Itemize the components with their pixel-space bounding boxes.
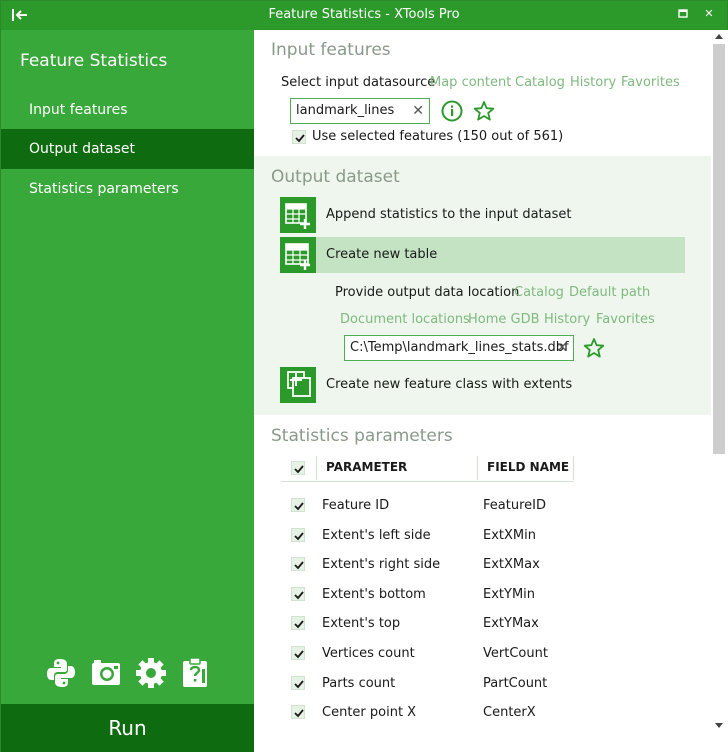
- clear-output-path-icon[interactable]: ✕: [556, 336, 568, 360]
- link-document-locations[interactable]: Document locations: [340, 312, 470, 327]
- option-append-statistics[interactable]: Append statistics to the input dataset: [280, 197, 685, 233]
- section-title-output-dataset: Output dataset: [271, 167, 400, 187]
- output-path-field[interactable]: C:\Temp\landmark_lines_stats.dbf ✕: [344, 335, 574, 361]
- sidebar-item-label: Output dataset: [29, 141, 136, 157]
- link-home-gdb[interactable]: Home GDB: [468, 312, 540, 327]
- field-name-cell[interactable]: FeatureID: [483, 498, 546, 513]
- scroll-down-arrow-icon[interactable]: [715, 723, 723, 728]
- link-default-path[interactable]: Default path: [569, 285, 650, 300]
- scrollbar-thumb[interactable]: [713, 44, 725, 454]
- new-table-icon: [280, 237, 316, 273]
- link-output-catalog[interactable]: Catalog: [514, 285, 564, 300]
- option-create-new-table[interactable]: Create new table: [280, 237, 685, 273]
- info-icon[interactable]: [441, 100, 463, 122]
- parameter-cell: Extent's bottom: [322, 587, 426, 602]
- output-location-label: Provide output data location: [335, 285, 520, 300]
- table-row[interactable]: Vertices count VertCount: [281, 639, 581, 669]
- clipboard-help-icon[interactable]: [180, 657, 212, 689]
- table-row[interactable]: Feature ID FeatureID: [281, 491, 581, 521]
- select-all-checkbox[interactable]: [291, 461, 305, 475]
- scroll-up-arrow-icon[interactable]: [715, 34, 723, 39]
- input-datasource-field[interactable]: landmark_lines ✕: [290, 98, 430, 124]
- app-window: Feature Statistics - XTools Pro ✕ Featur…: [0, 0, 728, 752]
- row-checkbox[interactable]: [291, 676, 305, 690]
- datasource-label: Select input datasource: [281, 75, 436, 90]
- row-checkbox[interactable]: [291, 528, 305, 542]
- append-table-icon: [280, 197, 316, 233]
- field-name-cell[interactable]: ExtYMax: [483, 616, 539, 631]
- row-checkbox[interactable]: [291, 646, 305, 660]
- sidebar-item-input-features[interactable]: Input features: [1, 90, 254, 130]
- table-row[interactable]: Center point X CenterX: [281, 698, 581, 728]
- statistics-table-header: PARAMETER FIELD NAME: [281, 454, 574, 482]
- table-row[interactable]: Extent's left side ExtXMin: [281, 521, 581, 551]
- input-datasource-value: landmark_lines: [296, 103, 395, 118]
- sidebar-item-output-dataset[interactable]: Output dataset: [1, 129, 254, 169]
- table-row[interactable]: Parts count PartCount: [281, 669, 581, 699]
- sidebar-item-statistics-parameters[interactable]: Statistics parameters: [1, 169, 254, 209]
- parameter-cell: Center point X: [322, 705, 417, 720]
- camera-icon[interactable]: [90, 657, 122, 689]
- field-name-cell[interactable]: PartCount: [483, 676, 547, 691]
- parameter-cell: Vertices count: [322, 646, 415, 661]
- restore-button[interactable]: [674, 5, 692, 23]
- clear-input-icon[interactable]: ✕: [412, 99, 424, 123]
- favorite-star-icon[interactable]: [473, 100, 495, 122]
- use-selected-label: Use selected features (150 out of 561): [312, 129, 564, 144]
- table-row[interactable]: Extent's top ExtYMax: [281, 609, 581, 639]
- row-checkbox[interactable]: [291, 705, 305, 719]
- column-header-field-name[interactable]: FIELD NAME: [487, 460, 569, 474]
- link-catalog[interactable]: Catalog: [515, 75, 565, 90]
- output-path-value: C:\Temp\landmark_lines_stats.dbf: [350, 340, 569, 355]
- sidebar-heading: Feature Statistics: [20, 51, 168, 71]
- parameter-cell: Feature ID: [322, 498, 390, 513]
- parameter-cell: Extent's right side: [322, 557, 441, 572]
- field-name-cell[interactable]: ExtYMin: [483, 587, 535, 602]
- parameter-cell: Extent's left side: [322, 528, 431, 543]
- field-name-cell[interactable]: VertCount: [483, 646, 548, 661]
- row-checkbox[interactable]: [291, 557, 305, 571]
- link-map-content[interactable]: Map content: [430, 75, 511, 90]
- field-name-cell[interactable]: CenterX: [483, 705, 536, 720]
- close-button[interactable]: ✕: [700, 5, 718, 23]
- sidebar-toolbar: [45, 657, 215, 689]
- row-checkbox[interactable]: [291, 616, 305, 630]
- column-separator: [316, 456, 317, 480]
- option-label: Create new feature class with extents: [326, 377, 573, 392]
- link-output-history[interactable]: History: [544, 312, 590, 327]
- sidebar-item-label: Input features: [29, 102, 128, 118]
- run-button[interactable]: Run: [1, 704, 254, 752]
- link-history[interactable]: History: [570, 75, 616, 90]
- vertical-scrollbar[interactable]: [711, 30, 728, 752]
- main-panel: Input features Select input datasource M…: [254, 30, 711, 752]
- column-header-parameter[interactable]: PARAMETER: [326, 460, 407, 474]
- table-row[interactable]: Extent's bottom ExtYMin: [281, 580, 581, 610]
- gear-icon[interactable]: [135, 657, 167, 689]
- sidebar: Feature Statistics Input features Output…: [1, 30, 254, 752]
- field-name-cell[interactable]: ExtXMax: [483, 557, 540, 572]
- table-row[interactable]: Extent's right side ExtXMax: [281, 550, 581, 580]
- output-favorite-star-icon[interactable]: [583, 337, 605, 359]
- section-title-statistics-parameters: Statistics parameters: [271, 426, 453, 446]
- link-favorites[interactable]: Favorites: [621, 75, 680, 90]
- sidebar-item-label: Statistics parameters: [29, 181, 179, 197]
- title-bar: Feature Statistics - XTools Pro ✕: [1, 1, 727, 30]
- column-separator: [573, 456, 574, 480]
- link-output-favorites[interactable]: Favorites: [596, 312, 655, 327]
- new-feature-class-icon: [280, 367, 316, 403]
- row-checkbox[interactable]: [291, 587, 305, 601]
- option-label: Create new table: [326, 247, 438, 262]
- row-checkbox[interactable]: [291, 498, 305, 512]
- python-icon[interactable]: [45, 657, 77, 689]
- parameter-cell: Parts count: [322, 676, 396, 691]
- section-title-input-features: Input features: [271, 40, 391, 60]
- use-selected-checkbox[interactable]: [292, 130, 306, 144]
- column-separator: [477, 456, 478, 480]
- option-create-feature-class[interactable]: Create new feature class with extents: [280, 367, 685, 403]
- field-name-cell[interactable]: ExtXMin: [483, 528, 536, 543]
- option-label: Append statistics to the input dataset: [326, 207, 572, 222]
- window-title: Feature Statistics - XTools Pro: [268, 7, 460, 22]
- parameter-cell: Extent's top: [322, 616, 401, 631]
